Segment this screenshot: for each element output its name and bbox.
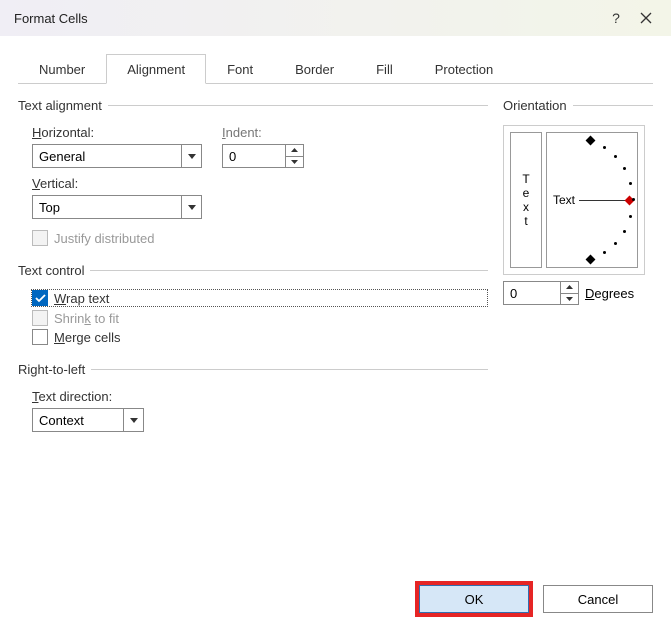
merge-cells-checkbox[interactable]: Merge cells: [32, 329, 488, 345]
orientation-dial-label: Text: [553, 193, 575, 207]
group-label: Text control: [18, 263, 90, 278]
tab-number[interactable]: Number: [18, 54, 106, 83]
close-button[interactable]: [631, 3, 661, 33]
tab-protection[interactable]: Protection: [414, 54, 515, 83]
help-button[interactable]: ?: [601, 3, 631, 33]
vertical-label: Vertical:: [32, 176, 202, 191]
dial-dot: [623, 230, 626, 233]
vertical-text-button[interactable]: T e x t: [510, 132, 542, 268]
text-direction-combo[interactable]: Context: [32, 408, 144, 432]
horizontal-value: General: [39, 149, 85, 164]
chevron-down-icon: [123, 409, 143, 431]
text-direction-value: Context: [39, 413, 84, 428]
spin-up-icon[interactable]: [286, 145, 303, 157]
dialog-footer: OK Cancel: [419, 585, 653, 613]
text-direction-label: Text direction:: [32, 389, 488, 404]
vertical-combo[interactable]: Top: [32, 195, 202, 219]
tab-fill[interactable]: Fill: [355, 54, 414, 83]
wrap-text-checkbox[interactable]: Wrap text: [31, 289, 488, 307]
orientation-dial[interactable]: Text: [546, 132, 638, 268]
dial-dot: [629, 182, 632, 185]
spin-down-icon[interactable]: [286, 157, 303, 168]
justify-distributed-checkbox: Justify distributed: [32, 230, 488, 246]
dial-dot: [629, 215, 632, 218]
tab-font[interactable]: Font: [206, 54, 274, 83]
shrink-to-fit-label: Shrink to fit: [54, 311, 119, 326]
vertical-value: Top: [39, 200, 60, 215]
dialog-title: Format Cells: [14, 11, 601, 26]
dial-dot: [603, 146, 606, 149]
indent-label: Indent:: [222, 125, 304, 140]
checkbox-icon: [32, 329, 48, 345]
spin-down-icon[interactable]: [561, 294, 578, 305]
spin-up-icon[interactable]: [561, 282, 578, 294]
tab-border[interactable]: Border: [274, 54, 355, 83]
dial-indicator: [579, 200, 629, 201]
horizontal-label: Horizontal:: [32, 125, 202, 140]
indent-value: 0: [229, 149, 236, 164]
dial-tick: [586, 136, 596, 146]
orientation-control[interactable]: T e x t Text: [503, 125, 645, 275]
orientation-group: Orientation T e x t Text: [503, 98, 653, 305]
tab-bar: Number Alignment Font Border Fill Protec…: [18, 54, 653, 84]
chevron-down-icon: [181, 196, 201, 218]
degrees-label: Degrees: [585, 286, 634, 301]
ok-button[interactable]: OK: [419, 585, 529, 613]
dial-dot: [614, 155, 617, 158]
group-label: Orientation: [503, 98, 573, 113]
checkbox-icon: [32, 230, 48, 246]
dial-dot: [614, 242, 617, 245]
degrees-value: 0: [510, 286, 517, 301]
dial-dot: [603, 251, 606, 254]
degrees-spinner[interactable]: 0: [503, 281, 579, 305]
checkbox-icon: [32, 310, 48, 326]
dial-dot: [623, 167, 626, 170]
checkbox-checked-icon: [32, 290, 48, 306]
indent-spinner[interactable]: 0: [222, 144, 304, 168]
dial-dot: [632, 198, 635, 201]
group-label: Right-to-left: [18, 362, 91, 377]
title-bar: Format Cells ?: [0, 0, 671, 36]
wrap-text-label: Wrap text: [54, 291, 109, 306]
text-alignment-group: Text alignment Horizontal: General Verti…: [18, 98, 488, 249]
merge-cells-label: Merge cells: [54, 330, 120, 345]
tab-alignment[interactable]: Alignment: [106, 54, 206, 84]
cancel-button[interactable]: Cancel: [543, 585, 653, 613]
chevron-down-icon: [181, 145, 201, 167]
text-control-group: Text control Wrap text Shrink to fit Mer…: [18, 263, 488, 348]
justify-distributed-label: Justify distributed: [54, 231, 154, 246]
group-label: Text alignment: [18, 98, 108, 113]
horizontal-combo[interactable]: General: [32, 144, 202, 168]
dial-tick: [586, 255, 596, 265]
shrink-to-fit-checkbox: Shrink to fit: [32, 310, 488, 326]
rtl-group: Right-to-left Text direction: Context: [18, 362, 488, 440]
